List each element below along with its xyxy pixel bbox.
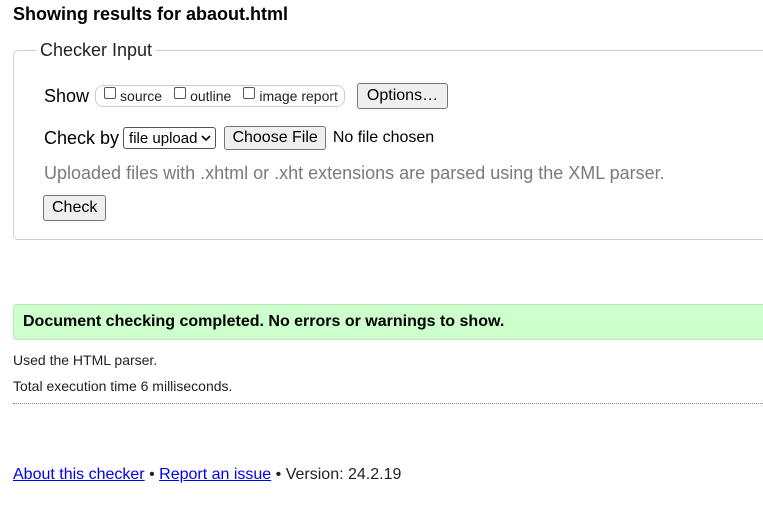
show-label: Show [44, 86, 90, 106]
success-message-bar: Document checking completed. No errors o… [13, 304, 763, 340]
execution-time: Total execution time 6 milliseconds. [13, 378, 233, 394]
xml-parser-hint: Uploaded files with .xhtml or .xht exten… [44, 163, 665, 183]
image-report-checkbox-item[interactable]: image report [243, 87, 338, 104]
outline-checkbox[interactable] [174, 87, 187, 99]
source-checkbox-item[interactable]: source [104, 87, 163, 104]
check-button[interactable]: Check [43, 195, 107, 221]
page: Showing results for abaout.html Checker … [0, 0, 763, 508]
outline-checkbox-label: outline [190, 88, 232, 104]
options-button[interactable]: Options… [356, 83, 449, 109]
about-checker-link[interactable]: About this checker [13, 466, 145, 483]
source-checkbox[interactable] [104, 87, 117, 99]
report-issue-link[interactable]: Report an issue [159, 466, 271, 483]
success-message: Document checking completed. No errors o… [23, 313, 505, 330]
file-status-text: No file chosen [332, 129, 435, 146]
show-row: Show source outline image report Options… [44, 83, 449, 109]
image-report-checkbox-label: image report [259, 88, 338, 104]
outline-checkbox-item[interactable]: outline [174, 87, 232, 104]
choose-file-button[interactable]: Choose File [224, 126, 326, 150]
version-text: Version: 24.2.19 [285, 466, 402, 483]
show-options-group: source outline image report [95, 85, 345, 107]
footer-separator: • [275, 466, 282, 483]
check-by-select[interactable]: file upload [123, 127, 217, 149]
parser-info: Used the HTML parser. [13, 352, 158, 368]
image-report-checkbox[interactable] [243, 87, 256, 99]
page-title: Showing results for abaout.html [13, 4, 289, 24]
chevron-down-icon [201, 135, 212, 142]
footer-separator: • [149, 466, 155, 483]
check-by-label: Check by [44, 128, 120, 148]
check-by-selected-value: file upload [129, 129, 198, 147]
check-by-row: Check by file upload Choose File No file… [44, 126, 434, 150]
checker-input-legend: Checker Input [36, 39, 157, 61]
source-checkbox-label: source [120, 88, 163, 104]
footer: About this checker • Report an issue • V… [13, 465, 401, 485]
divider [13, 403, 763, 404]
